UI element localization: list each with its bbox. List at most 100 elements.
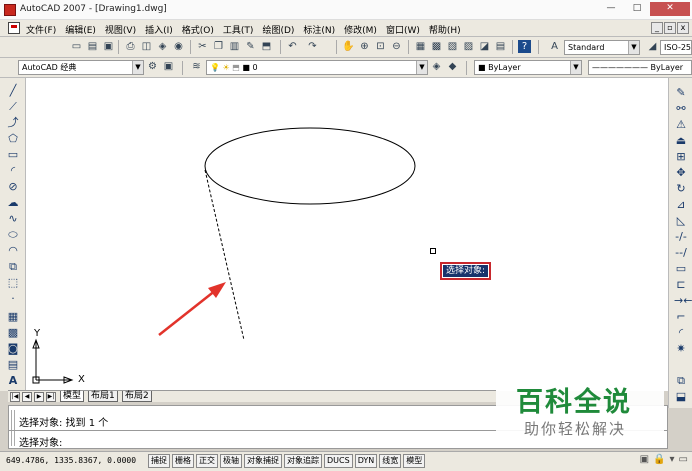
text-edit-icon[interactable]: ⬓ [674, 390, 688, 404]
menu-tools[interactable]: 工具(T) [223, 23, 254, 36]
drawing-canvas[interactable]: Y X [26, 78, 668, 391]
mtext-icon[interactable]: A [6, 374, 20, 388]
polyline-icon[interactable]: ⤴ [6, 116, 20, 130]
erase-icon[interactable]: ✎ [674, 86, 688, 100]
close-button[interactable]: ✕ [650, 2, 690, 16]
next-tab-icon[interactable]: ▶ [34, 392, 44, 402]
ducs-toggle[interactable]: DUCS [324, 454, 353, 468]
dim-style-icon[interactable]: ◢ [646, 40, 659, 53]
menu-dimension[interactable]: 标注(N) [303, 23, 335, 36]
first-tab-icon[interactable]: |◀ [10, 392, 20, 402]
break-point-icon[interactable]: ▭ [674, 262, 688, 276]
doc-close-button[interactable]: x [677, 22, 689, 34]
autocad-app-icon[interactable] [4, 4, 16, 16]
tab-model[interactable]: 模型 [60, 391, 85, 402]
make-object-layer-current-icon[interactable]: ◈ [430, 60, 443, 73]
move-icon[interactable]: ✥ [674, 166, 688, 180]
layer-select[interactable]: 💡 ☀ ⬒ ■ 0 ▼ [206, 60, 428, 75]
layer-previous-icon[interactable]: ◆ [446, 60, 459, 73]
redo-icon[interactable]: ↷ [306, 40, 319, 53]
snap-toggle[interactable]: 捕捉 [148, 454, 170, 468]
etransmit-icon[interactable]: ◉ [172, 40, 185, 53]
point-icon[interactable]: · [6, 292, 20, 306]
menu-insert[interactable]: 插入(I) [145, 23, 173, 36]
workspace-select[interactable]: AutoCAD 经典 ▼ [18, 60, 144, 75]
lock-icon[interactable]: 🔒 [653, 454, 665, 465]
hatch-icon[interactable]: ▦ [6, 310, 20, 324]
xline-icon[interactable]: ⟋ [6, 100, 20, 114]
command-prompt-line[interactable]: 选择对象: [19, 434, 62, 449]
workspace-settings-icon[interactable]: ⚙ [146, 60, 159, 73]
undo-icon[interactable]: ↶ [286, 40, 299, 53]
print-icon[interactable]: ⎙ [124, 40, 137, 53]
table-icon[interactable]: ▤ [6, 358, 20, 372]
mirror-icon[interactable]: ⚠ [674, 118, 688, 132]
my-workspace-icon[interactable]: ▣ [162, 60, 175, 73]
menu-modify[interactable]: 修改(M) [344, 23, 377, 36]
chamfer-icon[interactable]: ⌐ [674, 310, 688, 324]
properties-icon[interactable]: ▦ [414, 40, 427, 53]
block-editor-icon[interactable]: ⬒ [260, 40, 273, 53]
dyn-toggle[interactable]: DYN [354, 454, 378, 468]
maximize-button[interactable]: □ [624, 2, 650, 16]
stretch-icon[interactable]: ◺ [674, 214, 688, 228]
calculator-icon[interactable]: ▤ [494, 40, 507, 53]
menu-view[interactable]: 视图(V) [105, 23, 136, 36]
menu-help[interactable]: 帮助(H) [429, 23, 461, 36]
rotate-icon[interactable]: ↻ [674, 182, 688, 196]
zoom-previous-icon[interactable]: ⊖ [390, 40, 403, 53]
polygon-icon[interactable]: ⬠ [6, 132, 20, 146]
model-toggle[interactable]: 模型 [403, 454, 426, 468]
circle-icon[interactable]: ⊘ [6, 180, 20, 194]
copy-clip-icon[interactable]: ❐ [212, 40, 225, 53]
make-block-icon[interactable]: ⬚ [6, 276, 20, 290]
sheet-set-icon[interactable]: ▨ [462, 40, 475, 53]
line-icon[interactable]: ╱ [6, 84, 20, 98]
menu-file[interactable]: 文件(F) [26, 23, 56, 36]
offset-icon[interactable]: ⏏ [674, 134, 688, 148]
layer-properties-icon[interactable]: ≋ [190, 60, 203, 73]
gradient-icon[interactable]: ▩ [6, 326, 20, 340]
fillet-icon[interactable]: ◜ [674, 326, 688, 340]
match-properties-icon[interactable]: ✎ [244, 40, 257, 53]
clean-screen-icon[interactable]: ▭ [679, 454, 688, 465]
ellipse-arc-icon[interactable]: ◠ [6, 244, 20, 258]
region-icon[interactable]: ◙ [6, 342, 20, 356]
text-style-select[interactable]: Standard ▼ [564, 40, 640, 55]
communication-center-icon[interactable]: ▣ [640, 454, 649, 465]
menu-edit[interactable]: 编辑(E) [65, 23, 96, 36]
prev-tab-icon[interactable]: ◀ [22, 392, 32, 402]
design-center-icon[interactable]: ▩ [430, 40, 443, 53]
doc-minimize-button[interactable]: _ [651, 22, 663, 34]
cut-icon[interactable]: ✂ [196, 40, 209, 53]
trim-icon[interactable]: -/- [674, 230, 688, 244]
linetype-select[interactable]: ——————— ByLayer [588, 60, 692, 75]
markup-icon[interactable]: ◪ [478, 40, 491, 53]
command-window-grip[interactable] [11, 410, 15, 446]
insert-block-icon[interactable]: ⧉ [6, 260, 20, 274]
menu-draw[interactable]: 绘图(D) [262, 23, 294, 36]
doc-restore-button[interactable]: ▫ [664, 22, 676, 34]
paste-icon[interactable]: ▥ [228, 40, 241, 53]
cursor-coordinates[interactable]: 649.4786, 1335.8367, 0.0000 [6, 456, 136, 465]
new-file-icon[interactable]: ▭ [70, 40, 83, 53]
explode-icon[interactable]: ✷ [674, 342, 688, 356]
dim-style-select[interactable]: ISO-25 [660, 40, 692, 55]
tab-layout2[interactable]: 布局2 [122, 391, 152, 402]
otrack-toggle[interactable]: 对象追踪 [284, 454, 322, 468]
tool-palettes-icon[interactable]: ▧ [446, 40, 459, 53]
zoom-window-icon[interactable]: ⊡ [374, 40, 387, 53]
break-icon[interactable]: ⊏ [674, 278, 688, 292]
zoom-realtime-icon[interactable]: ⊕ [358, 40, 371, 53]
grid-toggle[interactable]: 栅格 [172, 454, 194, 468]
scale-icon[interactable]: ⊿ [674, 198, 688, 212]
copy-icon[interactable]: ⚯ [674, 102, 688, 116]
draw-order-icon[interactable]: ⧉ [674, 374, 688, 388]
open-file-icon[interactable]: ▤ [86, 40, 99, 53]
ortho-toggle[interactable]: 正交 [196, 454, 218, 468]
arc-icon[interactable]: ◜ [6, 164, 20, 178]
menu-window[interactable]: 窗口(W) [386, 23, 420, 36]
extend-icon[interactable]: --/ [674, 246, 688, 260]
publish-icon[interactable]: ◈ [156, 40, 169, 53]
save-icon[interactable]: ▣ [102, 40, 115, 53]
